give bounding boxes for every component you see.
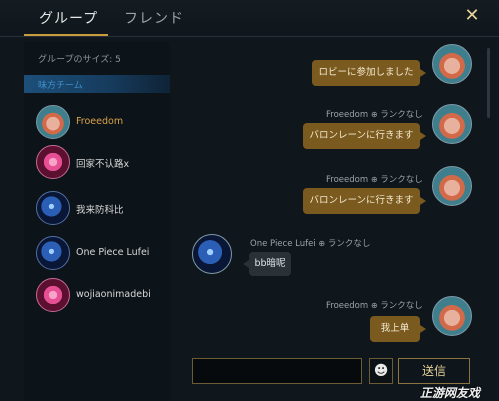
message-header: Froeedom ⊕ ランクなし (326, 299, 423, 311)
sidebar-member-5[interactable]: wojiaonimadebi (34, 276, 170, 316)
member-name: 回家不认路x (76, 159, 130, 170)
watermark-logo: 正游网友戏 (420, 386, 481, 400)
member-name: 我来防科比 (76, 205, 124, 216)
message-bubble: 我上单 (370, 316, 426, 342)
sender-name: Froeedom (326, 175, 369, 185)
globe-icon: ⊕ (370, 301, 378, 310)
sender-name: One Piece Lufei (250, 239, 316, 249)
avatar (36, 105, 70, 139)
message-bubble: バロンレーンに行きます (303, 123, 426, 149)
tab-friends[interactable]: フレンド (124, 8, 184, 28)
message-bubble: バロンレーンに行きます (303, 188, 426, 214)
rank-label: ランクなし (380, 301, 423, 311)
group-size-label: グループのサイズ: 5 (38, 55, 121, 65)
message-bubble: ロビーに参加しました (312, 60, 426, 86)
sidebar-member-4[interactable]: One Piece Lufei (34, 234, 170, 274)
rank-label: ランクなし (327, 239, 371, 249)
rank-label: ランクなし (380, 110, 423, 120)
avatar (432, 44, 472, 84)
chat-window: グループ フレンド ✕ グループのサイズ: 5 味方チーム Froeedom 回… (0, 0, 499, 401)
avatar (36, 236, 70, 270)
message-header: Froeedom ⊕ ランクなし (326, 173, 423, 185)
team-header: 味方チーム (24, 75, 170, 93)
sidebar-member-3[interactable]: 我来防科比 (34, 189, 170, 229)
emoji-icon[interactable]: ☻ (369, 358, 393, 384)
message-header: One Piece Lufei ⊕ ランクなし (250, 237, 370, 249)
message-bubble: bb暗呢 (243, 252, 291, 276)
member-name: One Piece Lufei (76, 247, 150, 258)
sidebar-member-2[interactable]: 回家不认路x (34, 143, 170, 183)
member-name: wojiaonimadebi (76, 289, 151, 300)
avatar (36, 278, 70, 312)
avatar (432, 104, 472, 144)
message-input[interactable] (192, 358, 362, 384)
avatar (432, 166, 472, 206)
globe-icon: ⊕ (370, 175, 378, 184)
sender-name: Froeedom (326, 301, 369, 311)
member-name: Froeedom (76, 116, 124, 127)
send-button[interactable]: 送信 (398, 358, 470, 384)
tab-groups[interactable]: グループ (39, 8, 98, 28)
rank-label: ランクなし (380, 175, 423, 185)
chat-scrollbar[interactable] (487, 48, 490, 118)
globe-icon: ⊕ (370, 110, 378, 119)
avatar (36, 145, 70, 179)
globe-icon: ⊕ (318, 239, 326, 248)
message-header: Froeedom ⊕ ランクなし (326, 108, 423, 120)
close-icon[interactable]: ✕ (463, 7, 481, 25)
top-bar: グループ フレンド ✕ (0, 0, 499, 37)
group-sidebar: グループのサイズ: 5 味方チーム Froeedom 回家不认路x 我来防科比 … (24, 42, 170, 401)
avatar (432, 296, 472, 336)
avatar (36, 191, 70, 225)
sidebar-member-froeedom[interactable]: Froeedom (34, 103, 170, 143)
active-tab-indicator (24, 34, 108, 36)
sender-name: Froeedom (326, 110, 369, 120)
avatar (192, 234, 232, 274)
team-header-label: 味方チーム (38, 81, 83, 91)
